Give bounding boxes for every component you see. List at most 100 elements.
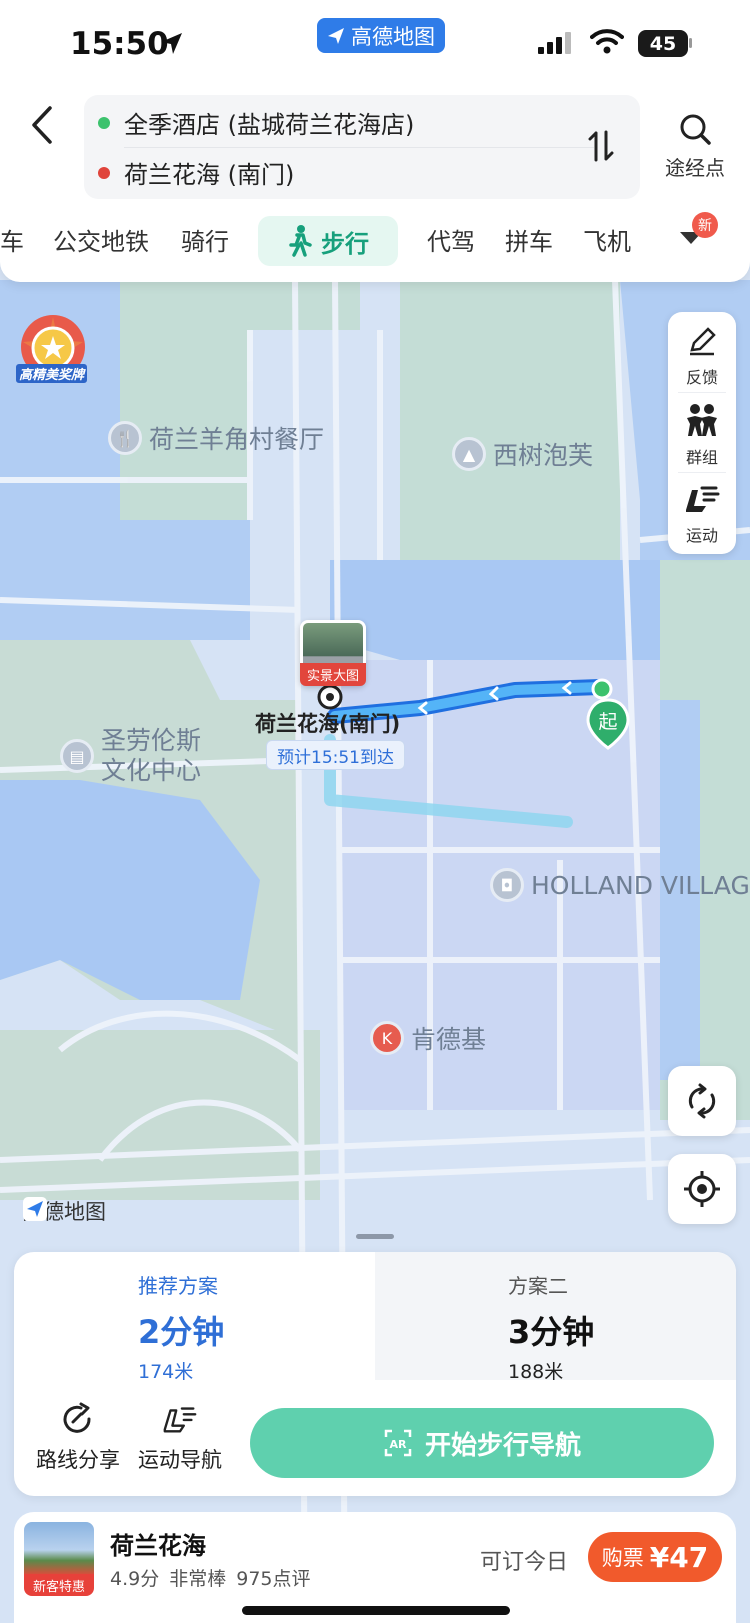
tab-walking[interactable]: 步行 — [258, 216, 398, 266]
sport-button[interactable]: 运动 — [668, 482, 736, 546]
amap-logo-icon — [23, 1197, 47, 1221]
destination-dot-icon — [98, 166, 110, 179]
refresh-icon — [688, 1083, 716, 1119]
locate-me-button[interactable] — [668, 1154, 736, 1224]
battery-indicator: 45 — [638, 30, 688, 57]
tab-flight[interactable]: 飞机 — [583, 222, 631, 257]
amap-pill-icon — [328, 27, 344, 44]
destination-field[interactable]: 荷兰花海 (南门) — [98, 155, 294, 190]
streetview-label[interactable]: 实景大图 — [300, 663, 366, 686]
destination-text: 荷兰花海 (南门) — [124, 161, 295, 189]
search-icon — [680, 114, 711, 145]
plan-alternative-time: 3分钟 — [508, 1313, 595, 1351]
new-badge: 新 — [692, 212, 718, 238]
plan-alternative[interactable]: 方案二 3分钟 188米 — [508, 1270, 594, 1384]
location-arrow-icon — [161, 33, 182, 54]
plan-recommended-time: 2分钟 — [138, 1313, 225, 1351]
plan-alternative-distance: 188米 — [508, 1361, 564, 1383]
refresh-route-button[interactable] — [668, 1066, 736, 1136]
poi-culture-line1: 圣劳伦斯 — [101, 726, 202, 755]
poi-holland-label: HOLLAND VILLAGE — [531, 870, 750, 900]
medal-label[interactable]: 高精美奖牌 — [16, 364, 88, 383]
poi-culture-line2: 文化中心 — [101, 756, 202, 785]
app-return-pill[interactable]: 高德地图 — [317, 18, 445, 53]
wifi-icon — [590, 29, 624, 54]
poi-kfc-label: 肯德基 — [411, 1025, 487, 1054]
destination-map-label: 荷兰花海(南门) — [255, 712, 401, 736]
tab-cycling[interactable]: 骑行 — [181, 222, 229, 257]
ticket-availability: 可订今日 — [480, 1550, 569, 1575]
home-indicator[interactable] — [242, 1606, 510, 1615]
feedback-label: 反馈 — [685, 368, 718, 387]
restaurant-icon: 🍴 — [108, 421, 142, 455]
svg-text:AR: AR — [389, 1438, 407, 1451]
swap-route-icon[interactable] — [588, 130, 614, 162]
sport-label: 运动 — [685, 526, 718, 545]
origin-text: 全季酒店 (盐城荷兰花海店) — [124, 111, 415, 139]
add-waypoint-button[interactable]: 途经点 — [660, 112, 730, 181]
tab-transit[interactable]: 公交地铁 — [53, 222, 149, 257]
attraction-name: 荷兰花海 — [110, 1532, 206, 1560]
side-divider — [678, 392, 726, 393]
sheet-drag-handle[interactable] — [356, 1234, 394, 1239]
poi-xishu-label: 西树泡芙 — [493, 441, 594, 470]
route-input-box: 全季酒店 (盐城荷兰花海店) 荷兰花海 (南门) — [84, 95, 640, 199]
attraction-rating-text: 非常棒 — [169, 1568, 227, 1590]
tab-designated-driver[interactable]: 代驾 — [427, 222, 475, 257]
tab-carpool[interactable]: 拼车 — [505, 222, 553, 257]
new-customer-badge: 新客特惠 — [24, 1574, 94, 1596]
origin-dot-icon — [98, 116, 110, 129]
library-icon: ▤ — [60, 739, 94, 773]
shopping-bag-icon: ◘ — [490, 868, 524, 902]
route-divider — [124, 147, 594, 148]
walking-icon — [289, 225, 312, 257]
sport-navigation-button[interactable]: 运动导航 — [138, 1402, 222, 1474]
attraction-review-count: 975点评 — [236, 1568, 311, 1590]
buy-ticket-label: 购票 — [601, 1546, 644, 1570]
locate-icon — [684, 1171, 720, 1207]
kfc-icon: K — [370, 1021, 404, 1055]
battery-tip — [689, 38, 692, 48]
side-divider — [678, 472, 726, 473]
sport-icon — [686, 486, 720, 512]
poi-kfc[interactable]: K 肯德基 — [370, 1020, 486, 1056]
ar-icon: AR — [384, 1429, 412, 1457]
landmark-icon: ▲ — [452, 437, 486, 471]
travel-mode-tabs: 车 公交地铁 骑行 步行 代驾 拼车 飞机 — [0, 214, 750, 274]
feedback-button[interactable]: 反馈 — [668, 324, 736, 388]
poi-culture-center[interactable]: ▤ 圣劳伦斯 文化中心 — [60, 726, 201, 786]
share-icon — [63, 1402, 91, 1433]
attraction-score: 4.9分 — [110, 1568, 160, 1590]
share-route-button[interactable]: 路线分享 — [36, 1402, 120, 1474]
back-button[interactable] — [22, 100, 62, 150]
ticket-price: ¥47 — [649, 1540, 709, 1574]
feedback-icon — [690, 327, 716, 356]
group-label: 群组 — [685, 448, 718, 467]
sport-shoe-icon — [163, 1407, 197, 1433]
start-walking-navigation-label: 开始步行导航 — [424, 1430, 581, 1461]
origin-field[interactable]: 全季酒店 (盐城荷兰花海店) — [98, 105, 414, 140]
map-side-toolbar: 反馈 群组 运动 — [668, 312, 736, 554]
map-logo: 高德地图 — [22, 1196, 106, 1226]
poi-holland-village[interactable]: ◘ HOLLAND VILLAGE — [490, 868, 750, 902]
status-time: 15:50 — [70, 26, 169, 62]
plan-alternative-title: 方案二 — [508, 1274, 568, 1298]
tab-taxi-partial[interactable]: 车 — [0, 222, 24, 257]
start-walking-navigation-button[interactable]: AR 开始步行导航 — [250, 1408, 714, 1478]
start-marker-label: 起 — [598, 711, 617, 733]
share-route-label: 路线分享 — [36, 1448, 120, 1472]
cellular-signal-icon — [538, 32, 571, 54]
group-button[interactable]: 群组 — [668, 402, 736, 468]
chevron-left-icon — [32, 106, 52, 144]
route-plans-card: 推荐方案 2分钟 174米 方案二 3分钟 188米 路线分享 运动导航 AR … — [14, 1252, 736, 1496]
group-icon — [687, 404, 717, 436]
poi-xishu[interactable]: ▲ 西树泡芙 — [452, 436, 593, 472]
buy-ticket-button[interactable]: 购票 ¥47 — [588, 1532, 722, 1582]
plan-recommended[interactable]: 推荐方案 2分钟 174米 — [138, 1270, 224, 1384]
poi-restaurant[interactable]: 🍴 荷兰羊角村餐厅 — [108, 420, 324, 456]
plan-recommended-distance: 174米 — [138, 1361, 194, 1383]
plan-recommended-title: 推荐方案 — [138, 1274, 218, 1298]
route-header-panel: 15:50 高德地图 45 全季酒店 (盐城荷兰花海店) 荷兰花海 (南门) 途… — [0, 0, 750, 282]
sport-navigation-label: 运动导航 — [138, 1448, 222, 1472]
status-bar: 15:50 高德地图 45 — [0, 0, 750, 92]
